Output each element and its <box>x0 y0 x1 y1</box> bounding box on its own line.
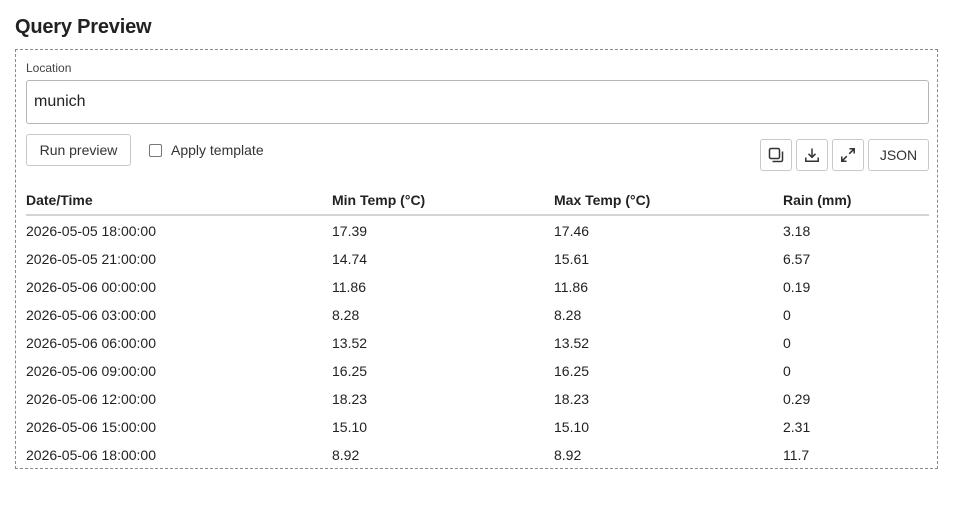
apply-template-label: Apply template <box>171 142 264 158</box>
copy-button[interactable] <box>760 139 792 171</box>
location-input[interactable] <box>26 80 929 124</box>
cell-max-temp: 16.25 <box>554 363 590 379</box>
cell-rain: 0.29 <box>783 391 811 407</box>
column-header-rain: Rain (mm) <box>783 192 852 208</box>
cell-max-temp: 8.28 <box>554 307 582 323</box>
expand-icon <box>841 148 855 162</box>
table-row: 2026-05-06 18:00:00 8.92 8.92 11.7 <box>26 441 929 469</box>
json-button[interactable]: JSON <box>868 139 929 171</box>
cell-rain: 3.18 <box>783 223 811 239</box>
cell-rain: 0 <box>783 335 791 351</box>
table-row: 2026-05-05 21:00:00 14.74 15.61 6.57 <box>26 245 929 273</box>
cell-max-temp: 15.10 <box>554 419 590 435</box>
results-table: Date/Time Min Temp (°C) Max Temp (°C) Ra… <box>26 188 929 469</box>
cell-min-temp: 8.92 <box>332 447 360 463</box>
cell-datetime: 2026-05-06 09:00:00 <box>26 363 156 379</box>
cell-min-temp: 18.23 <box>332 391 368 407</box>
cell-max-temp: 13.52 <box>554 335 590 351</box>
cell-min-temp: 17.39 <box>332 223 368 239</box>
expand-button[interactable] <box>832 139 864 171</box>
table-row: 2026-05-06 03:00:00 8.28 8.28 0 <box>26 301 929 329</box>
apply-template-toggle[interactable]: Apply template <box>149 142 264 158</box>
location-label: Location <box>26 61 72 75</box>
cell-min-temp: 15.10 <box>332 419 368 435</box>
cell-min-temp: 16.25 <box>332 363 368 379</box>
column-header-datetime: Date/Time <box>26 192 93 208</box>
column-header-min-temp: Min Temp (°C) <box>332 192 426 208</box>
table-row: 2026-05-06 15:00:00 15.10 15.10 2.31 <box>26 413 929 441</box>
cell-rain: 0.19 <box>783 279 811 295</box>
cell-rain: 0 <box>783 363 791 379</box>
cell-datetime: 2026-05-06 12:00:00 <box>26 391 156 407</box>
cell-datetime: 2026-05-05 18:00:00 <box>26 223 156 239</box>
cell-max-temp: 11.86 <box>554 279 588 295</box>
cell-datetime: 2026-05-06 03:00:00 <box>26 307 156 323</box>
table-body: 2026-05-05 18:00:00 17.39 17.46 3.18 202… <box>26 216 929 469</box>
table-header: Date/Time Min Temp (°C) Max Temp (°C) Ra… <box>26 188 929 216</box>
table-row: 2026-05-06 12:00:00 18.23 18.23 0.29 <box>26 385 929 413</box>
cell-datetime: 2026-05-06 15:00:00 <box>26 419 156 435</box>
cell-datetime: 2026-05-05 21:00:00 <box>26 251 156 267</box>
cell-rain: 2.31 <box>783 419 811 435</box>
table-row: 2026-05-06 00:00:00 11.86 11.86 0.19 <box>26 273 929 301</box>
cell-rain: 6.57 <box>783 251 811 267</box>
apply-template-checkbox[interactable] <box>149 143 162 157</box>
cell-min-temp: 13.52 <box>332 335 368 351</box>
cell-max-temp: 17.46 <box>554 223 590 239</box>
run-preview-button[interactable]: Run preview <box>26 134 131 166</box>
download-icon <box>805 148 819 162</box>
cell-rain: 0 <box>783 307 791 323</box>
copy-icon <box>768 147 784 163</box>
cell-max-temp: 15.61 <box>554 251 590 267</box>
download-button[interactable] <box>796 139 828 171</box>
cell-min-temp: 8.28 <box>332 307 360 323</box>
cell-rain: 11.7 <box>783 447 810 463</box>
table-row: 2026-05-06 06:00:00 13.52 13.52 0 <box>26 329 929 357</box>
page-title: Query Preview <box>15 16 152 38</box>
cell-datetime: 2026-05-06 18:00:00 <box>26 447 156 463</box>
cell-datetime: 2026-05-06 06:00:00 <box>26 335 156 351</box>
cell-min-temp: 11.86 <box>332 279 366 295</box>
table-row: 2026-05-06 09:00:00 16.25 16.25 0 <box>26 357 929 385</box>
cell-max-temp: 18.23 <box>554 391 590 407</box>
table-row: 2026-05-05 18:00:00 17.39 17.46 3.18 <box>26 217 929 245</box>
cell-datetime: 2026-05-06 00:00:00 <box>26 279 156 295</box>
cell-min-temp: 14.74 <box>332 251 368 267</box>
query-preview-panel: Location Run preview Apply template JSON… <box>15 49 938 469</box>
column-header-max-temp: Max Temp (°C) <box>554 192 651 208</box>
cell-max-temp: 8.92 <box>554 447 582 463</box>
